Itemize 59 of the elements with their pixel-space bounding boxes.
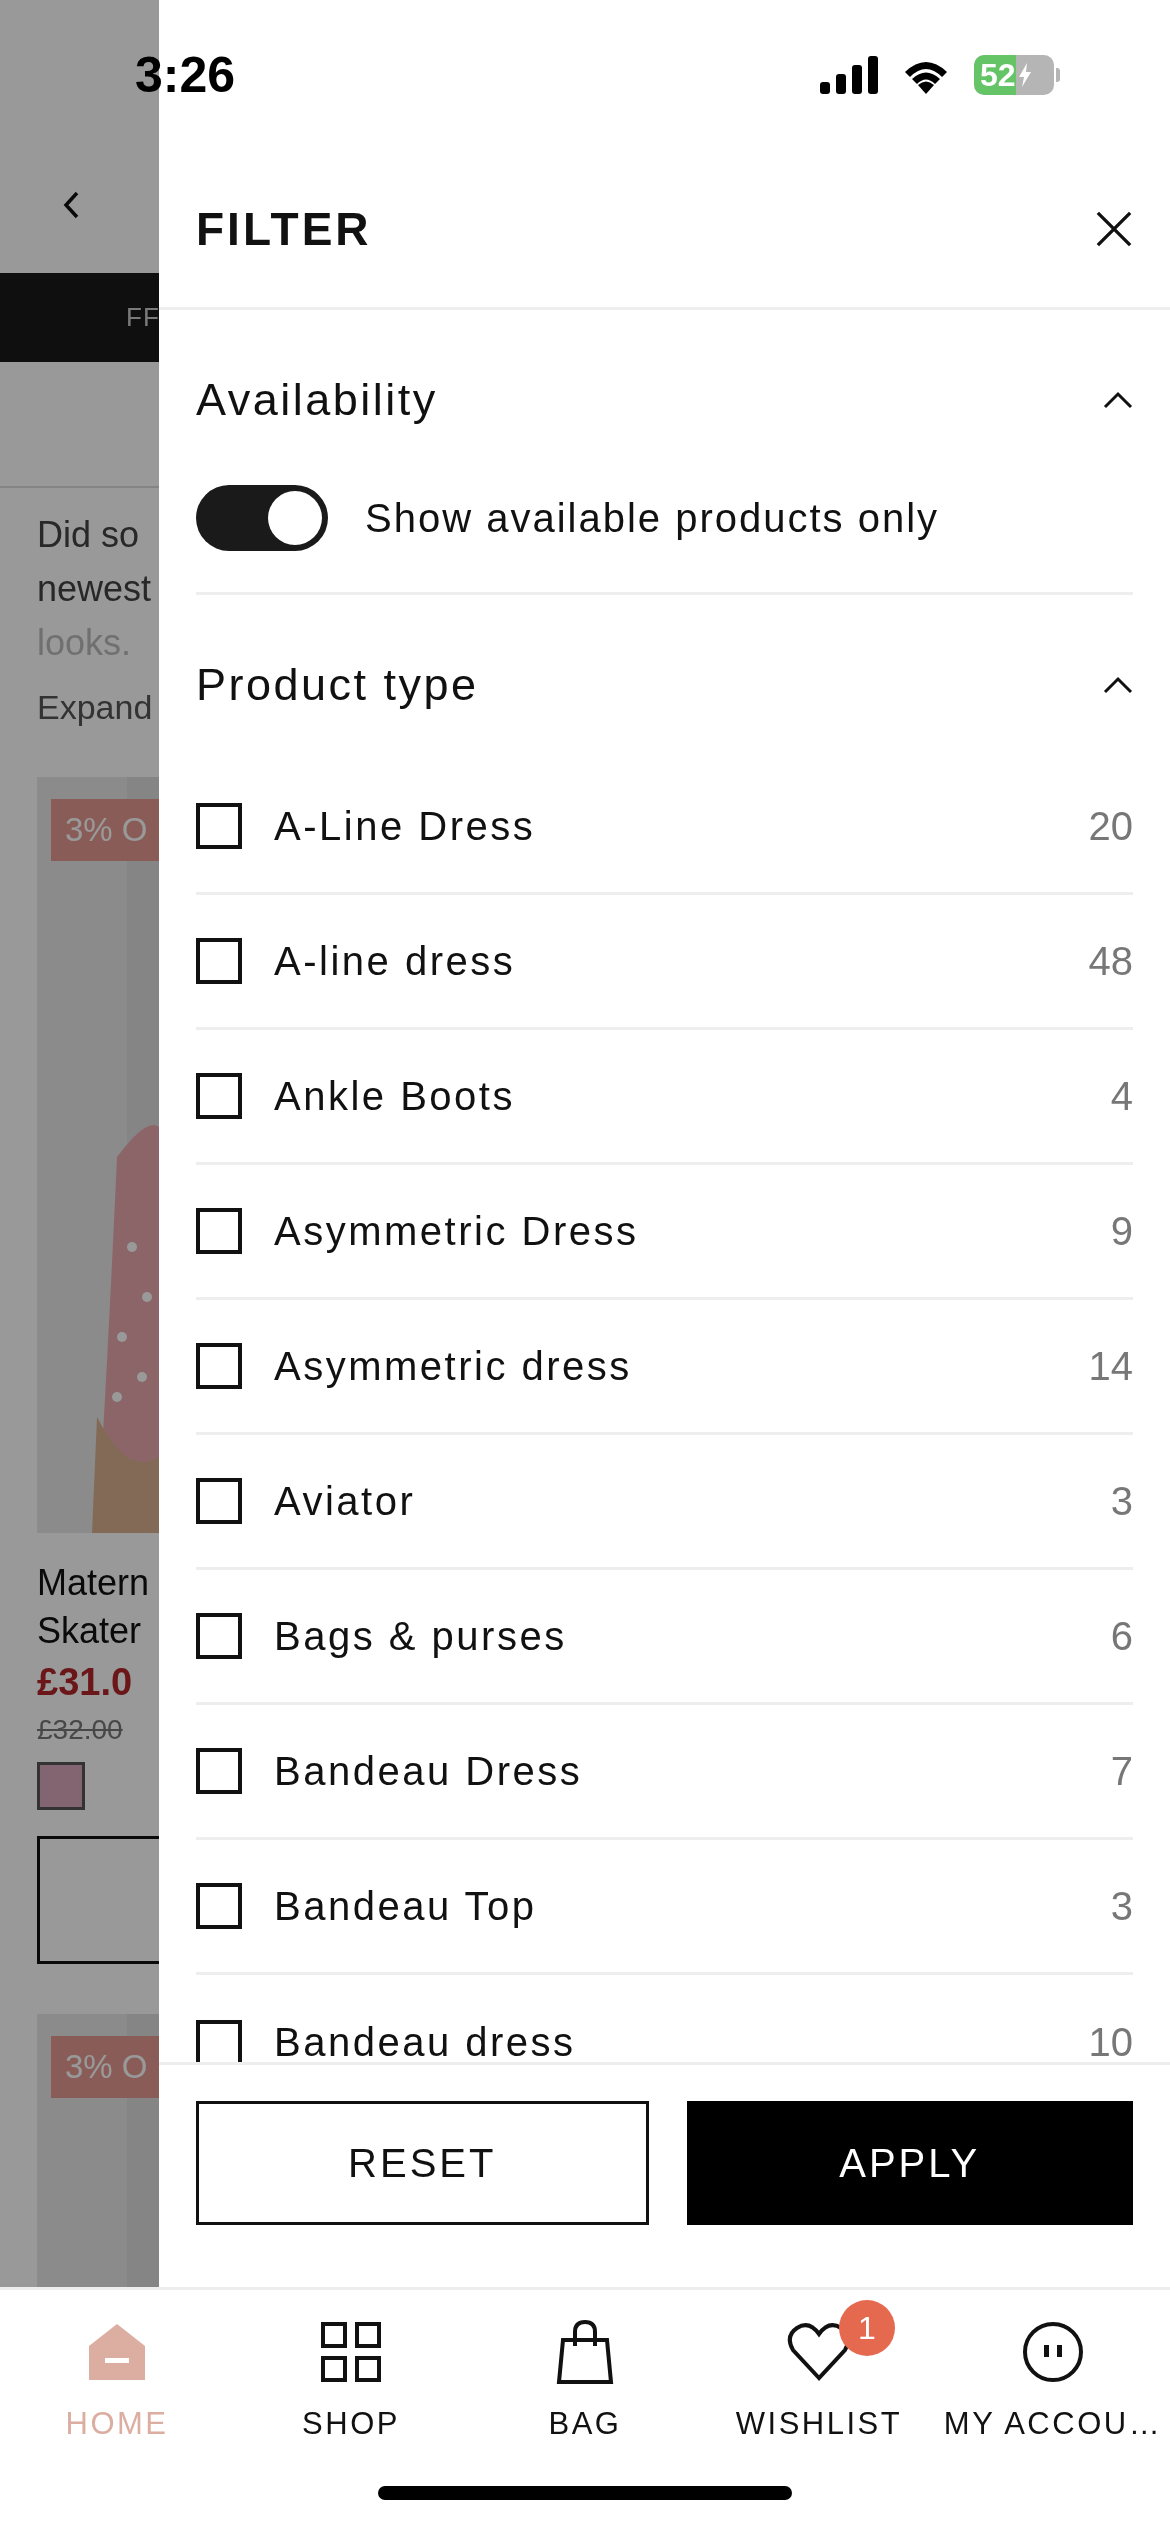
- checkbox[interactable]: [196, 938, 242, 984]
- option-label: Ankle Boots: [274, 1073, 516, 1119]
- description-text: Did so: [37, 513, 141, 557]
- option-label: Bags & purses: [274, 1613, 568, 1659]
- option-count: 10: [1088, 2020, 1133, 2062]
- nav-tab[interactable]: BAG: [468, 2290, 702, 2452]
- option-label: Asymmetric Dress: [274, 1208, 640, 1254]
- product-name: Skater: [37, 1609, 143, 1653]
- reset-button[interactable]: RESET: [196, 2101, 649, 2225]
- chevron-icon[interactable]: [1103, 391, 1133, 409]
- section-title[interactable]: Availability: [196, 374, 438, 426]
- count-badge: 1: [839, 2300, 895, 2356]
- option-label: Asymmetric dress: [274, 1343, 633, 1389]
- checkbox[interactable]: [196, 803, 242, 849]
- face-circle-icon: [1021, 2320, 1085, 2384]
- checkbox[interactable]: [196, 1613, 242, 1659]
- nav-tab[interactable]: SHOP: [234, 2290, 468, 2452]
- option-count: 4: [1110, 1073, 1133, 1119]
- discount-badge: 3% O: [51, 2036, 159, 2098]
- product-price: £31.0: [37, 1661, 134, 1704]
- close-icon[interactable]: [1095, 209, 1133, 248]
- option-count: 48: [1088, 938, 1133, 984]
- chevron-icon[interactable]: [1103, 676, 1133, 694]
- checkbox[interactable]: [196, 1883, 242, 1929]
- nav-tab[interactable]: MY ACCOU…: [936, 2290, 1170, 2452]
- discount-badge: 3% O: [51, 799, 159, 861]
- grid-icon: [319, 2320, 383, 2384]
- description-text: newest: [37, 567, 153, 611]
- signal-icon: [820, 56, 878, 94]
- checkbox[interactable]: [196, 1073, 242, 1119]
- section-title[interactable]: Product type: [196, 659, 479, 711]
- option-count: 3: [1110, 1478, 1133, 1524]
- toggle-label: Show available products only: [365, 495, 940, 541]
- nav-tab[interactable]: 1 WISHLIST: [702, 2290, 936, 2452]
- expand-link[interactable]: Expand: [0, 670, 159, 727]
- checkbox[interactable]: [196, 1478, 242, 1524]
- banner-text: FF: [126, 302, 159, 333]
- original-price: £32.00: [37, 1714, 124, 1746]
- apply-button[interactable]: APPLY: [686, 2101, 1133, 2225]
- filter-title: FILTER: [196, 201, 372, 256]
- option-count: 7: [1110, 1748, 1133, 1794]
- option-label: Bandeau Dress: [274, 1748, 584, 1794]
- checkbox[interactable]: [196, 1208, 242, 1254]
- option-count: 3: [1110, 1883, 1133, 1929]
- product-name: Matern: [37, 1561, 151, 1605]
- option-label: A-line dress: [274, 938, 517, 984]
- checkbox[interactable]: [196, 1748, 242, 1794]
- status-time: 3:26: [135, 46, 236, 104]
- option-count: 14: [1088, 1343, 1133, 1389]
- checkbox[interactable]: [196, 2019, 242, 2062]
- option-count: 20: [1088, 803, 1133, 849]
- option-label: Bandeau dress: [274, 2020, 577, 2062]
- option-count: 9: [1110, 1208, 1133, 1254]
- option-count: 6: [1110, 1613, 1133, 1659]
- checkbox[interactable]: [196, 1343, 242, 1389]
- option-label: Bandeau Top: [274, 1883, 538, 1929]
- option-label: Aviator: [274, 1478, 417, 1524]
- option-label: A-Line Dress: [274, 803, 537, 849]
- color-swatch[interactable]: [37, 1762, 85, 1810]
